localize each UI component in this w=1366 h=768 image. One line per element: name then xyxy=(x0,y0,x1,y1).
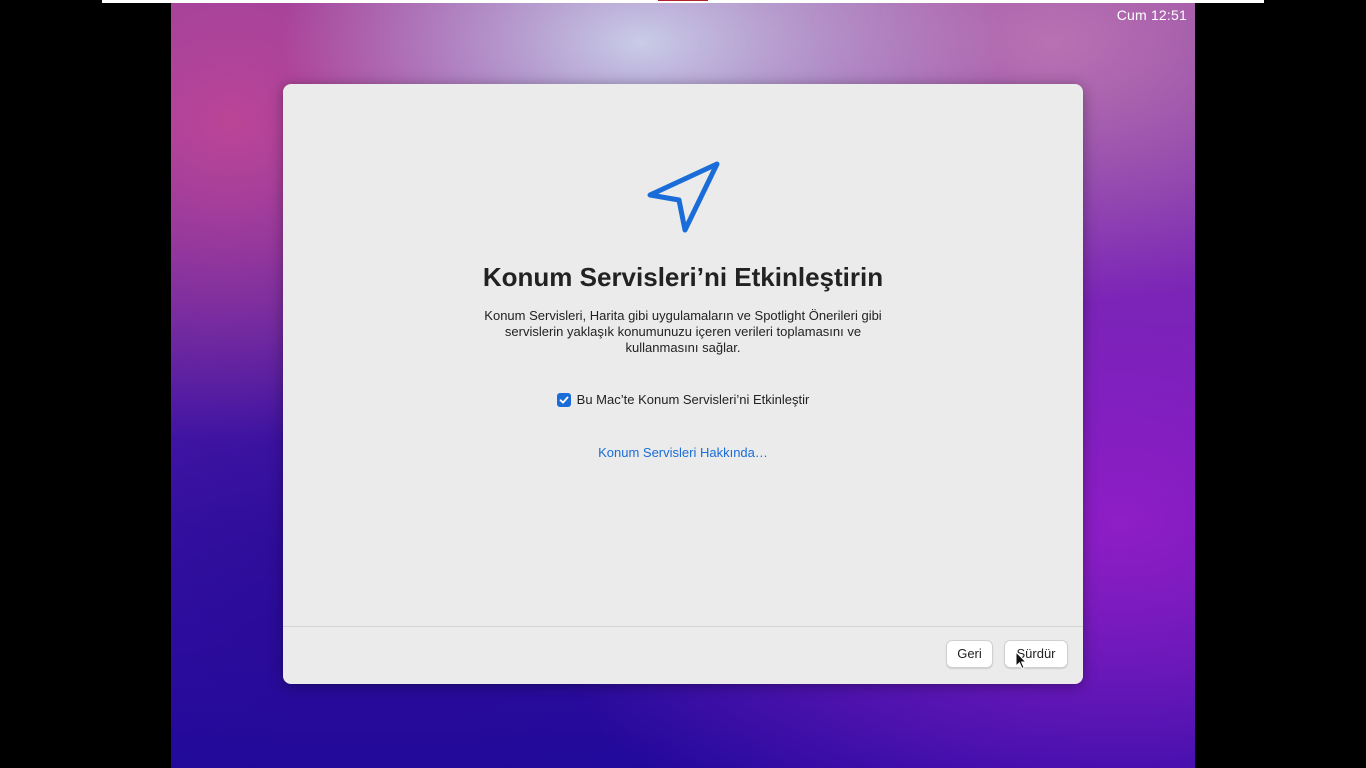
location-arrow-icon xyxy=(647,161,720,233)
about-location-services-link[interactable]: Konum Servisleri Hakkında… xyxy=(283,445,1083,460)
page-title: Konum Servisleri’ni Etkinleştirin xyxy=(482,262,884,292)
continue-button[interactable]: Sürdür xyxy=(1004,640,1068,668)
desktop-screen: Cum 12:51 Konum Servisleri’ni Etkinleşti… xyxy=(171,3,1195,768)
checkmark-icon xyxy=(559,396,569,403)
page-description: Konum Servisleri, Harita gibi uygulamala… xyxy=(484,308,882,355)
mouse-pointer-icon xyxy=(1015,651,1027,670)
top-strip-accent xyxy=(658,0,708,1)
enable-location-checkbox[interactable] xyxy=(556,392,571,407)
footer-divider xyxy=(283,626,1083,627)
setup-assistant-dialog: Konum Servisleri’ni Etkinleştirin Konum … xyxy=(283,84,1083,684)
back-button[interactable]: Geri xyxy=(946,640,993,668)
enable-location-checkbox-row[interactable]: Bu Mac’te Konum Servisleri’ni Etkinleşti… xyxy=(283,392,1083,407)
menubar-clock: Cum 12:51 xyxy=(1116,7,1187,23)
enable-location-label[interactable]: Bu Mac’te Konum Servisleri’ni Etkinleşti… xyxy=(577,392,810,407)
